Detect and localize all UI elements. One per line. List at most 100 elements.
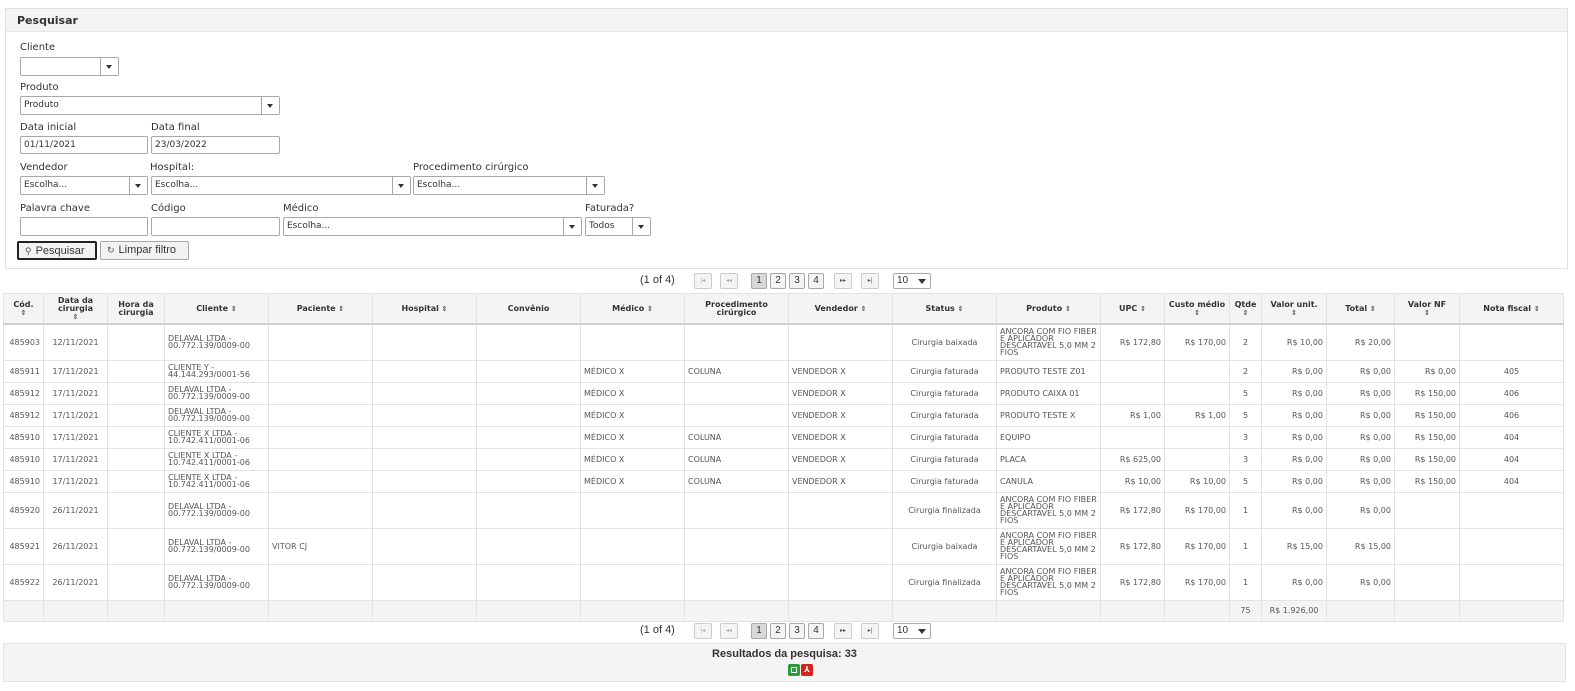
table-row[interactable]: 485921 26/11/2021 DELAVAL LTDA - 00.772.13… [3,527,1564,565]
table-row[interactable]: 485903 12/11/2021 DELAVAL LTDA - 00.772.13… [3,323,1564,361]
page-2-button[interactable]: 2 [770,273,786,289]
last-page-button[interactable]: ▸| [861,273,879,289]
palavra-chave-input[interactable] [20,217,148,236]
cliente-label: Cliente [20,42,56,53]
cell-valor-nf [1394,527,1460,565]
last-page-button[interactable]: ▸| [861,623,879,639]
cell-qtde: 2 [1229,323,1262,361]
sort-icon: ⇕ [1369,304,1376,313]
next-page-button[interactable]: ▸▸ [834,623,852,639]
chevron-down-icon [586,177,604,194]
cell-medico: MÉDICO X [580,469,685,493]
cell-convenio [476,447,581,471]
totals-row: 75 R$ 1.926,00 [3,599,1564,622]
col-qtde[interactable]: Qtde ⇕ [1229,293,1262,325]
col-vendedor[interactable]: Vendedor ⇕ [788,293,893,325]
cliente-select[interactable] [20,57,119,76]
codigo-input[interactable] [151,217,280,236]
cell-custo-medio: R$ 170,00 [1164,323,1230,361]
prev-page-button[interactable]: ◂◂ [720,273,738,289]
excel-export-icon[interactable] [788,664,800,676]
col-total[interactable]: Total ⇕ [1326,293,1395,325]
col-nota-fiscal[interactable]: Nota fiscal ⇕ [1459,293,1564,325]
page-4-button[interactable]: 4 [808,273,824,289]
faturada-select[interactable]: Todos [585,217,651,236]
col-medico[interactable]: Médico ⇕ [580,293,685,325]
cell-cliente: DELAVAL LTDA - 00.772.139/0009-00 [164,491,269,529]
cell-paciente [268,359,373,383]
cell-nota-fiscal: 406 [1459,403,1564,427]
col-upc[interactable]: UPC ⇕ [1100,293,1165,325]
col-data-cirurgia[interactable]: Data da cirurgia ⇕ [43,293,108,325]
cell-status: Cirurgia faturada [892,469,997,493]
data-inicial-input[interactable]: 01/11/2021 [20,136,148,154]
cell-hora-cirurgia [107,381,165,405]
rows-per-page-select[interactable]: 10 [893,273,931,289]
first-page-button[interactable]: |◂ [694,273,712,289]
cell-hospital [372,359,477,383]
col-cliente[interactable]: Cliente ⇕ [164,293,269,325]
table-row[interactable]: 485910 17/11/2021 CLIENTE X LTDA - 10.742.… [3,447,1564,471]
cell-custo-medio: R$ 170,00 [1164,527,1230,565]
cell-qtde: 5 [1229,403,1262,427]
first-page-button[interactable]: |◂ [694,623,712,639]
cell-upc: R$ 625,00 [1100,447,1165,471]
table-row[interactable]: 485912 17/11/2021 DELAVAL LTDA - 00.772.13… [3,403,1564,427]
cell-hospital [372,381,477,405]
col-status[interactable]: Status ⇕ [892,293,997,325]
cell-produto: ANCORA COM FIO FIBER E APLICADOR DESCART… [996,323,1101,361]
page-4-button[interactable]: 4 [808,623,824,639]
cell-valor-nf: R$ 150,00 [1394,403,1460,427]
cell-valor-nf [1394,563,1460,601]
limpar-filtro-button[interactable]: ↻ Limpar filtro [100,241,189,260]
vendedor-select[interactable]: Escolha... [20,176,148,195]
col-valor-unit[interactable]: Valor unit. ⇕ [1261,293,1327,325]
table-row[interactable]: 485910 17/11/2021 CLIENTE X LTDA - 10.742.… [3,425,1564,449]
results-table: Cód. ⇕ Data da cirurgia ⇕ Hora da cirurgia… [3,293,1564,622]
cell-hora-cirurgia [107,563,165,601]
vendedor-label: Vendedor [20,162,68,173]
results-count: Resultados da pesquisa: 33 [712,648,857,660]
page-3-button[interactable]: 3 [789,623,805,639]
col-label: Hospital [401,303,439,313]
cell-cod: 485911 [3,359,44,383]
chevron-down-icon [261,97,279,114]
table-row[interactable]: 485922 26/11/2021 DELAVAL LTDA - 00.772.13… [3,563,1564,601]
cell-nota-fiscal: 404 [1459,447,1564,471]
col-label: Nota fiscal [1483,303,1532,313]
medico-select[interactable]: Escolha... [283,217,582,236]
data-final-input[interactable]: 23/03/2022 [151,136,280,154]
col-valor-nf[interactable]: Valor NF ⇕ [1394,293,1460,325]
prev-page-button[interactable]: ◂◂ [720,623,738,639]
produto-select[interactable]: Produto [20,96,280,115]
col-produto[interactable]: Produto ⇕ [996,293,1101,325]
cell-total: R$ 0,00 [1326,469,1395,493]
col-custo-medio[interactable]: Custo médio ⇕ [1164,293,1230,325]
next-page-button[interactable]: ▸▸ [834,273,852,289]
cell-procedimento [684,381,789,405]
col-cod[interactable]: Cód. ⇕ [3,293,44,325]
procedimento-select[interactable]: Escolha... [413,176,605,195]
cell-status: Cirurgia baixada [892,323,997,361]
table-row[interactable]: 485920 26/11/2021 DELAVAL LTDA - 00.772.13… [3,491,1564,529]
col-label: Total [1345,303,1368,313]
table-row[interactable]: 485911 17/11/2021 CLIENTE Y - 44.144.293/0… [3,359,1564,383]
pdf-export-icon[interactable]: ⅄ [801,664,813,676]
cell-produto: EQUIPO [996,425,1101,449]
table-row[interactable]: 485912 17/11/2021 DELAVAL LTDA - 00.772.13… [3,381,1564,405]
cell-paciente [268,563,373,601]
table-row[interactable]: 485910 17/11/2021 CLIENTE X LTDA - 10.742.… [3,469,1564,493]
rows-per-page-select[interactable]: 10 [893,623,931,639]
col-hospital[interactable]: Hospital ⇕ [372,293,477,325]
page-2-button[interactable]: 2 [770,623,786,639]
hospital-select[interactable]: Escolha... [151,176,411,195]
cell-data-cirurgia: 17/11/2021 [43,469,108,493]
pesquisar-button[interactable]: ⚲ Pesquisar [17,241,97,260]
page-3-button[interactable]: 3 [789,273,805,289]
page-1-button[interactable]: 1 [751,273,767,289]
cell-produto: PLACA [996,447,1101,471]
cell-cod: 485921 [3,527,44,565]
col-paciente[interactable]: Paciente ⇕ [268,293,373,325]
page-1-button[interactable]: 1 [751,623,767,639]
cell-convenio [476,323,581,361]
